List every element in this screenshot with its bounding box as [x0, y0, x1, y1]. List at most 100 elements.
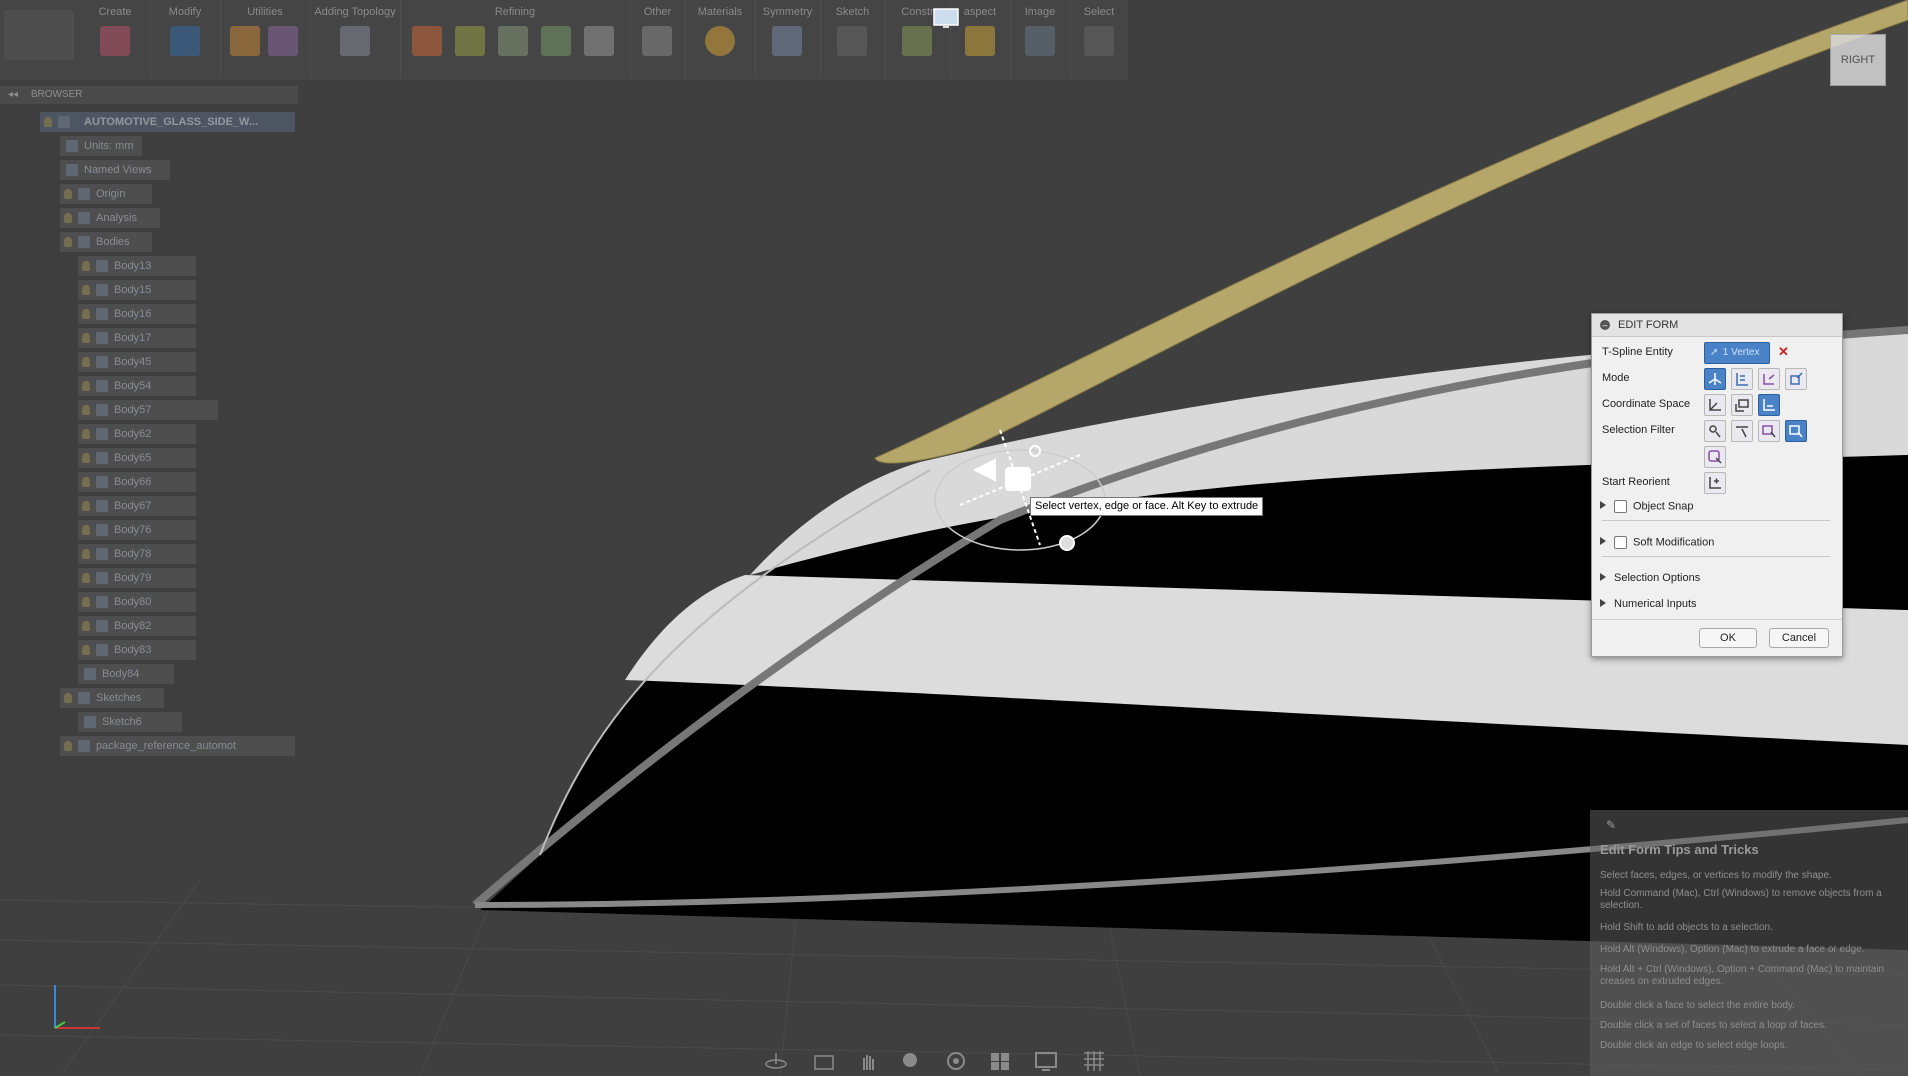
repair-body-icon[interactable] — [642, 26, 672, 56]
minimize-icon[interactable]: – — [1600, 320, 1610, 330]
visibility-bulb-icon[interactable] — [64, 189, 72, 200]
display-mode-icon[interactable] — [268, 26, 298, 56]
visibility-bulb-icon[interactable] — [82, 597, 90, 608]
clear-selection-icon[interactable]: ✕ — [1778, 344, 1789, 360]
visibility-bulb-icon[interactable] — [64, 213, 72, 224]
browser-body[interactable]: Body17 — [78, 328, 196, 348]
toolbar-group-other[interactable]: Other — [630, 0, 686, 78]
filter-body-icon[interactable] — [1785, 420, 1807, 442]
browser-item-bodies[interactable]: Bodies — [60, 232, 152, 252]
browser-body[interactable]: Body62 — [78, 424, 196, 444]
browser-item-reference[interactable]: package_reference_automot — [60, 736, 295, 756]
visibility-bulb-icon[interactable] — [82, 381, 90, 392]
canvas-icon[interactable] — [1025, 26, 1055, 56]
expand-triangle-icon[interactable] — [1600, 501, 1606, 510]
visibility-bulb-icon[interactable] — [64, 237, 72, 248]
browser-body[interactable]: Body16 — [78, 304, 196, 324]
fit-icon[interactable] — [944, 1050, 968, 1072]
mode-multi-icon[interactable] — [1704, 368, 1726, 390]
bevel-edge-icon[interactable] — [498, 26, 528, 56]
browser-body[interactable]: Body15 — [78, 280, 196, 300]
orbit-icon[interactable] — [764, 1050, 788, 1072]
toolbar-group-select[interactable]: Select — [1070, 0, 1128, 78]
reorient-icon[interactable] — [1704, 472, 1726, 494]
browser-body[interactable]: Body84 — [78, 664, 174, 684]
pull-icon[interactable] — [584, 26, 614, 56]
visibility-bulb-icon[interactable] — [82, 333, 90, 344]
browser-body[interactable]: Body57 — [78, 400, 218, 420]
browser-body[interactable]: Body66 — [78, 472, 196, 492]
toolbar-group-modify[interactable]: Modify — [150, 0, 221, 78]
look-at-icon[interactable] — [812, 1050, 836, 1072]
browser-item-units[interactable]: Units: mm — [60, 136, 142, 156]
expand-triangle-icon[interactable] — [1600, 599, 1606, 607]
expand-triangle-icon[interactable] — [1600, 537, 1606, 546]
visibility-bulb-icon[interactable] — [82, 573, 90, 584]
toolbar-group-materials[interactable]: Materials — [685, 0, 756, 78]
visibility-bulb-icon[interactable] — [82, 621, 90, 632]
view-cube[interactable]: RIGHT — [1830, 34, 1886, 86]
grid-icon[interactable] — [1082, 1050, 1106, 1072]
toolbar-group-create[interactable]: Create — [80, 0, 151, 78]
dialog-title-bar[interactable]: – EDIT FORM — [1592, 314, 1842, 337]
toolbar-group-adding-topology[interactable]: Adding Topology — [310, 0, 401, 78]
visibility-bulb-icon[interactable] — [82, 645, 90, 656]
toolbar-group-symmetry[interactable]: Symmetry — [755, 0, 821, 78]
coord-local-icon[interactable] — [1758, 394, 1780, 416]
browser-body[interactable]: Body76 — [78, 520, 196, 540]
filter-vertex-icon[interactable] — [1704, 420, 1726, 442]
browser-body[interactable]: Body80 — [78, 592, 196, 612]
numerical-inputs-row[interactable]: Numerical Inputs — [1600, 598, 1697, 610]
visibility-bulb-icon[interactable] — [82, 477, 90, 488]
browser-body[interactable]: Body82 — [78, 616, 196, 636]
browser-body[interactable]: Body65 — [78, 448, 196, 468]
filter-object-icon[interactable] — [1704, 446, 1726, 468]
filter-edge-icon[interactable] — [1731, 420, 1753, 442]
box-icon[interactable] — [100, 26, 130, 56]
visibility-bulb-icon[interactable] — [44, 117, 52, 128]
mode-rotate-icon[interactable] — [1758, 368, 1780, 390]
ok-button[interactable]: OK — [1699, 628, 1757, 648]
zoom-icon[interactable] — [900, 1050, 924, 1072]
visibility-bulb-icon[interactable] — [82, 405, 90, 416]
browser-body[interactable]: Body78 — [78, 544, 196, 564]
browser-item-analysis[interactable]: Analysis — [60, 208, 160, 228]
monitor-icon[interactable] — [933, 8, 959, 30]
slide-edge-icon[interactable] — [541, 26, 571, 56]
appearance-icon[interactable] — [705, 26, 735, 56]
uncrease-icon[interactable] — [455, 26, 485, 56]
visibility-bulb-icon[interactable] — [82, 429, 90, 440]
browser-body[interactable]: Body13 — [78, 256, 196, 276]
browser-body[interactable]: Body83 — [78, 640, 196, 660]
pan-hand-icon[interactable] — [856, 1050, 880, 1072]
visibility-bulb-icon[interactable] — [82, 453, 90, 464]
expand-triangle-icon[interactable] — [1600, 573, 1606, 581]
mode-translate-icon[interactable] — [1731, 368, 1753, 390]
collapse-icon[interactable]: ◂◂ — [8, 89, 18, 100]
visibility-bulb-icon[interactable] — [82, 501, 90, 512]
measure-icon[interactable] — [965, 26, 995, 56]
visibility-bulb-icon[interactable] — [82, 309, 90, 320]
browser-item-sketches[interactable]: Sketches — [60, 688, 164, 708]
coord-world-icon[interactable] — [1704, 394, 1726, 416]
browser-item-origin[interactable]: Origin — [60, 184, 152, 204]
pin-icon[interactable]: ✎ — [1606, 818, 1616, 832]
mode-scale-icon[interactable] — [1785, 368, 1807, 390]
browser-body[interactable]: Body54 — [78, 376, 196, 396]
sketch-icon[interactable] — [837, 26, 867, 56]
toolbar-group-sketch[interactable]: Sketch — [820, 0, 886, 78]
browser-body[interactable]: Body79 — [78, 568, 196, 588]
toolbar-group-refining[interactable]: Refining — [400, 0, 631, 78]
cancel-button[interactable]: Cancel — [1769, 628, 1829, 648]
browser-item-named-views[interactable]: Named Views — [60, 160, 170, 180]
visibility-bulb-icon[interactable] — [82, 357, 90, 368]
visibility-bulb-icon[interactable] — [82, 525, 90, 536]
visibility-bulb-icon[interactable] — [64, 741, 72, 752]
browser-root[interactable]: AUTOMOTIVE_GLASS_SIDE_W... — [40, 112, 295, 132]
browser-header[interactable]: ◂◂ BROWSER — [0, 86, 298, 104]
soft-modification-row[interactable]: Soft Modification — [1600, 536, 1714, 549]
construct-plane-icon[interactable] — [902, 26, 932, 56]
toolbar-group-image[interactable]: Image — [1010, 0, 1071, 78]
edit-form-icon[interactable] — [170, 26, 200, 56]
visibility-bulb-icon[interactable] — [82, 261, 90, 272]
